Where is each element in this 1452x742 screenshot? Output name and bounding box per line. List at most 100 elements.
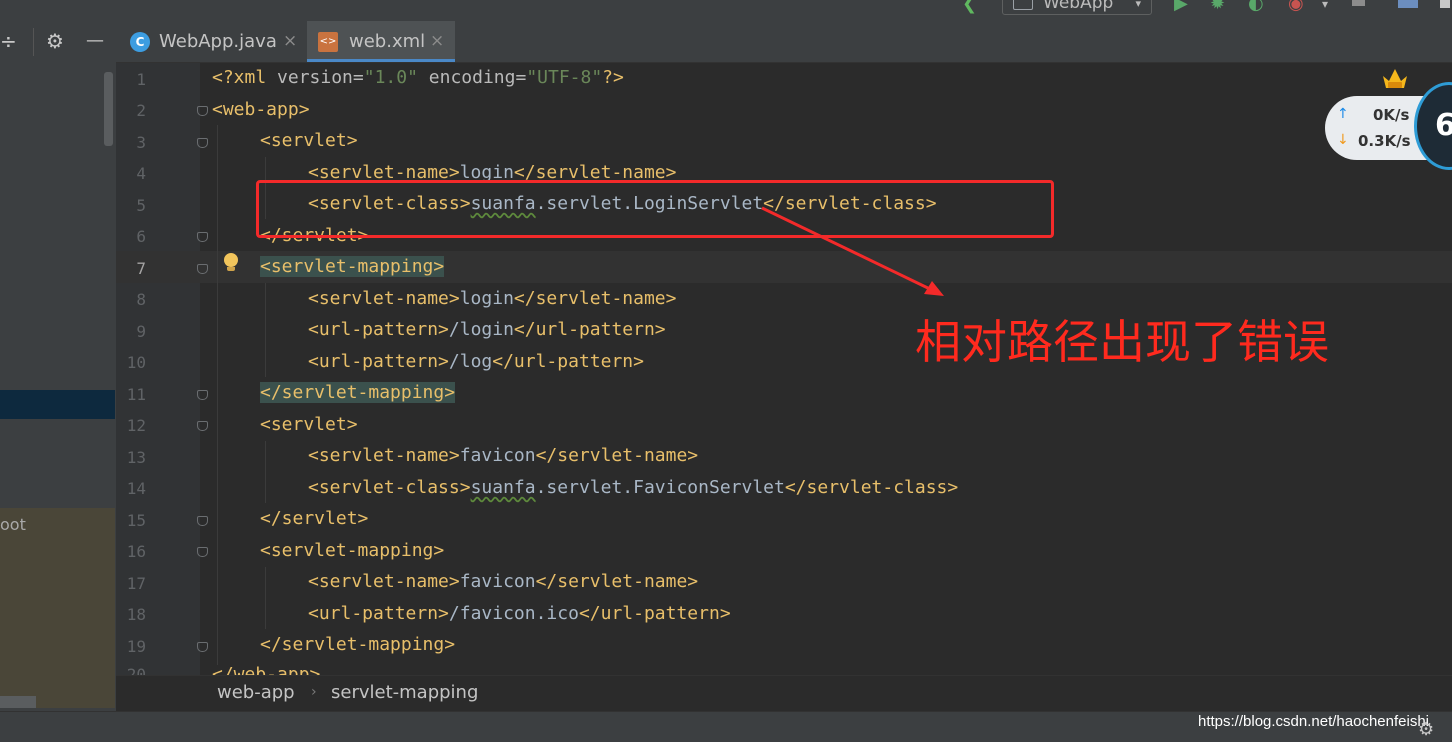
tab-webapp-java[interactable]: C WebApp.java ×: [127, 21, 305, 62]
code-line-1[interactable]: <?xml version="1.0" encoding="UTF-8"?>: [212, 67, 624, 89]
code-line-15[interactable]: </servlet>: [260, 508, 368, 530]
line-number: 11: [126, 385, 146, 404]
back-icon[interactable]: ❮: [962, 0, 977, 14]
matched-tag-highlight: </servlet-mapping>: [260, 382, 456, 403]
annotation-highlight-box: [256, 180, 1054, 238]
xml-text: /log: [448, 351, 493, 372]
fold-marker[interactable]: [197, 232, 208, 242]
xml-tag: </servlet-name>: [535, 445, 699, 466]
collapse-all-icon[interactable]: ÷: [0, 29, 17, 53]
stop-icon[interactable]: [1352, 0, 1365, 6]
line-number: 12: [126, 416, 146, 435]
chevron-down-icon: ▾: [1135, 0, 1141, 10]
xml-tag: <url-pattern>: [308, 319, 449, 340]
code-line-11[interactable]: </servlet-mapping>: [260, 382, 456, 404]
code-line-17[interactable]: <servlet-name>favicon</servlet-name>: [308, 571, 698, 593]
code-line-3[interactable]: <servlet>: [260, 130, 358, 152]
lightbulb-icon[interactable]: [223, 253, 239, 275]
search-everywhere-icon[interactable]: [1440, 0, 1450, 8]
code-line-18[interactable]: <url-pattern>/favicon.ico</url-pattern>: [308, 603, 731, 625]
download-arrow-icon: ↓: [1337, 132, 1349, 148]
usage-percent: 6: [1435, 108, 1452, 143]
xml-tag: <url-pattern>: [308, 351, 449, 372]
fold-marker[interactable]: [197, 264, 208, 274]
xml-declaration-open: <?xml: [212, 67, 278, 88]
upload-arrow-icon: ↑: [1337, 106, 1349, 122]
run-configuration-selector[interactable]: WebApp ▾: [1002, 0, 1152, 15]
xml-tag: <servlet-name>: [308, 571, 460, 592]
line-number: 5: [136, 196, 146, 215]
line-number: 2: [136, 101, 146, 120]
close-icon[interactable]: ×: [430, 21, 444, 62]
gear-icon[interactable]: ⚙: [1418, 719, 1434, 740]
hide-panel-icon[interactable]: —: [86, 29, 104, 53]
close-icon[interactable]: ×: [283, 21, 297, 62]
project-tree-item-label[interactable]: oot: [0, 515, 26, 534]
fold-marker[interactable]: [197, 138, 208, 148]
xml-tag: </servlet-class>: [784, 477, 959, 498]
line-number: 18: [126, 605, 146, 624]
code-line-7[interactable]: <servlet-mapping>: [260, 256, 445, 278]
attribute-name: encoding: [428, 67, 516, 88]
code-line-16[interactable]: <servlet-mapping>: [260, 540, 444, 562]
line-number: 13: [126, 448, 146, 467]
xml-text: favicon: [459, 445, 536, 466]
tab-label: web.xml: [349, 31, 426, 52]
code-line-9[interactable]: <url-pattern>/login</url-pattern>: [308, 319, 666, 341]
code-line-10[interactable]: <url-pattern>/log</url-pattern>: [308, 351, 644, 373]
xml-tag: </servlet-name>: [535, 571, 699, 592]
profile-icon[interactable]: ◉: [1288, 0, 1304, 14]
chevron-down-icon[interactable]: ▾: [1322, 0, 1328, 14]
run-icon[interactable]: ▶: [1174, 0, 1188, 14]
breadcrumb-item[interactable]: servlet-mapping: [331, 682, 478, 704]
toolbar-divider: [33, 28, 34, 56]
code-line-12[interactable]: <servlet>: [260, 414, 358, 436]
line-number: 3: [136, 133, 146, 152]
attribute-value: "UTF-8": [526, 67, 603, 88]
tab-web-xml[interactable]: <> web.xml ×: [307, 21, 455, 62]
fold-marker[interactable]: [197, 642, 208, 652]
project-panel-lower-section: [0, 508, 115, 708]
fold-marker[interactable]: [197, 106, 208, 116]
xml-tag: </url-pattern>: [578, 603, 731, 624]
unresolved-reference: suanfa: [470, 477, 536, 498]
breadcrumb-item[interactable]: web-app: [217, 682, 295, 704]
xml-text: favicon: [459, 571, 536, 592]
debug-icon[interactable]: ✹: [1210, 0, 1225, 14]
code-line-13[interactable]: <servlet-name>favicon</servlet-name>: [308, 445, 698, 467]
download-speed: 0.3K/s: [1358, 132, 1411, 150]
fold-marker[interactable]: [197, 516, 208, 526]
gear-icon[interactable]: ⚙: [46, 29, 64, 53]
xml-tag: <servlet-name>: [308, 288, 460, 309]
tab-label: WebApp.java: [159, 31, 277, 52]
main-toolbar: [0, 0, 1452, 21]
xml-tag: <url-pattern>: [308, 603, 449, 624]
fold-marker[interactable]: [197, 547, 208, 557]
xml-declaration-close: ?>: [602, 67, 624, 88]
code-line-14[interactable]: <servlet-class>suanfa.servlet.FaviconSer…: [308, 477, 958, 499]
indent-guide: [265, 567, 266, 629]
project-tree-selected-item[interactable]: [0, 390, 115, 419]
code-line-8[interactable]: <servlet-name>login</servlet-name>: [308, 288, 676, 310]
line-number: 19: [126, 637, 146, 656]
lightbulb-base: [227, 267, 235, 271]
code-line-20[interactable]: </web-app>: [212, 664, 320, 675]
build-icon[interactable]: [1398, 0, 1418, 8]
indent-guide: [265, 283, 266, 377]
fold-marker[interactable]: [197, 390, 208, 400]
attribute-name: version: [277, 67, 353, 88]
xml-text: /login: [448, 319, 514, 340]
project-panel-scrollbar[interactable]: [104, 72, 113, 146]
run-configuration-label: WebApp: [1043, 0, 1114, 13]
xml-tag: <servlet-name>: [308, 445, 460, 466]
coverage-icon[interactable]: ◐: [1248, 0, 1264, 14]
indent-guide: [217, 125, 218, 665]
xml-text: /favicon.ico: [448, 603, 579, 624]
fold-marker[interactable]: [197, 421, 208, 431]
code-line-19[interactable]: </servlet-mapping>: [260, 634, 455, 656]
code-line-2[interactable]: <web-app>: [212, 99, 310, 121]
xml-tag: </servlet-name>: [513, 288, 677, 309]
xml-file-icon: <>: [318, 32, 338, 52]
horizontal-scrollbar[interactable]: [0, 696, 36, 708]
